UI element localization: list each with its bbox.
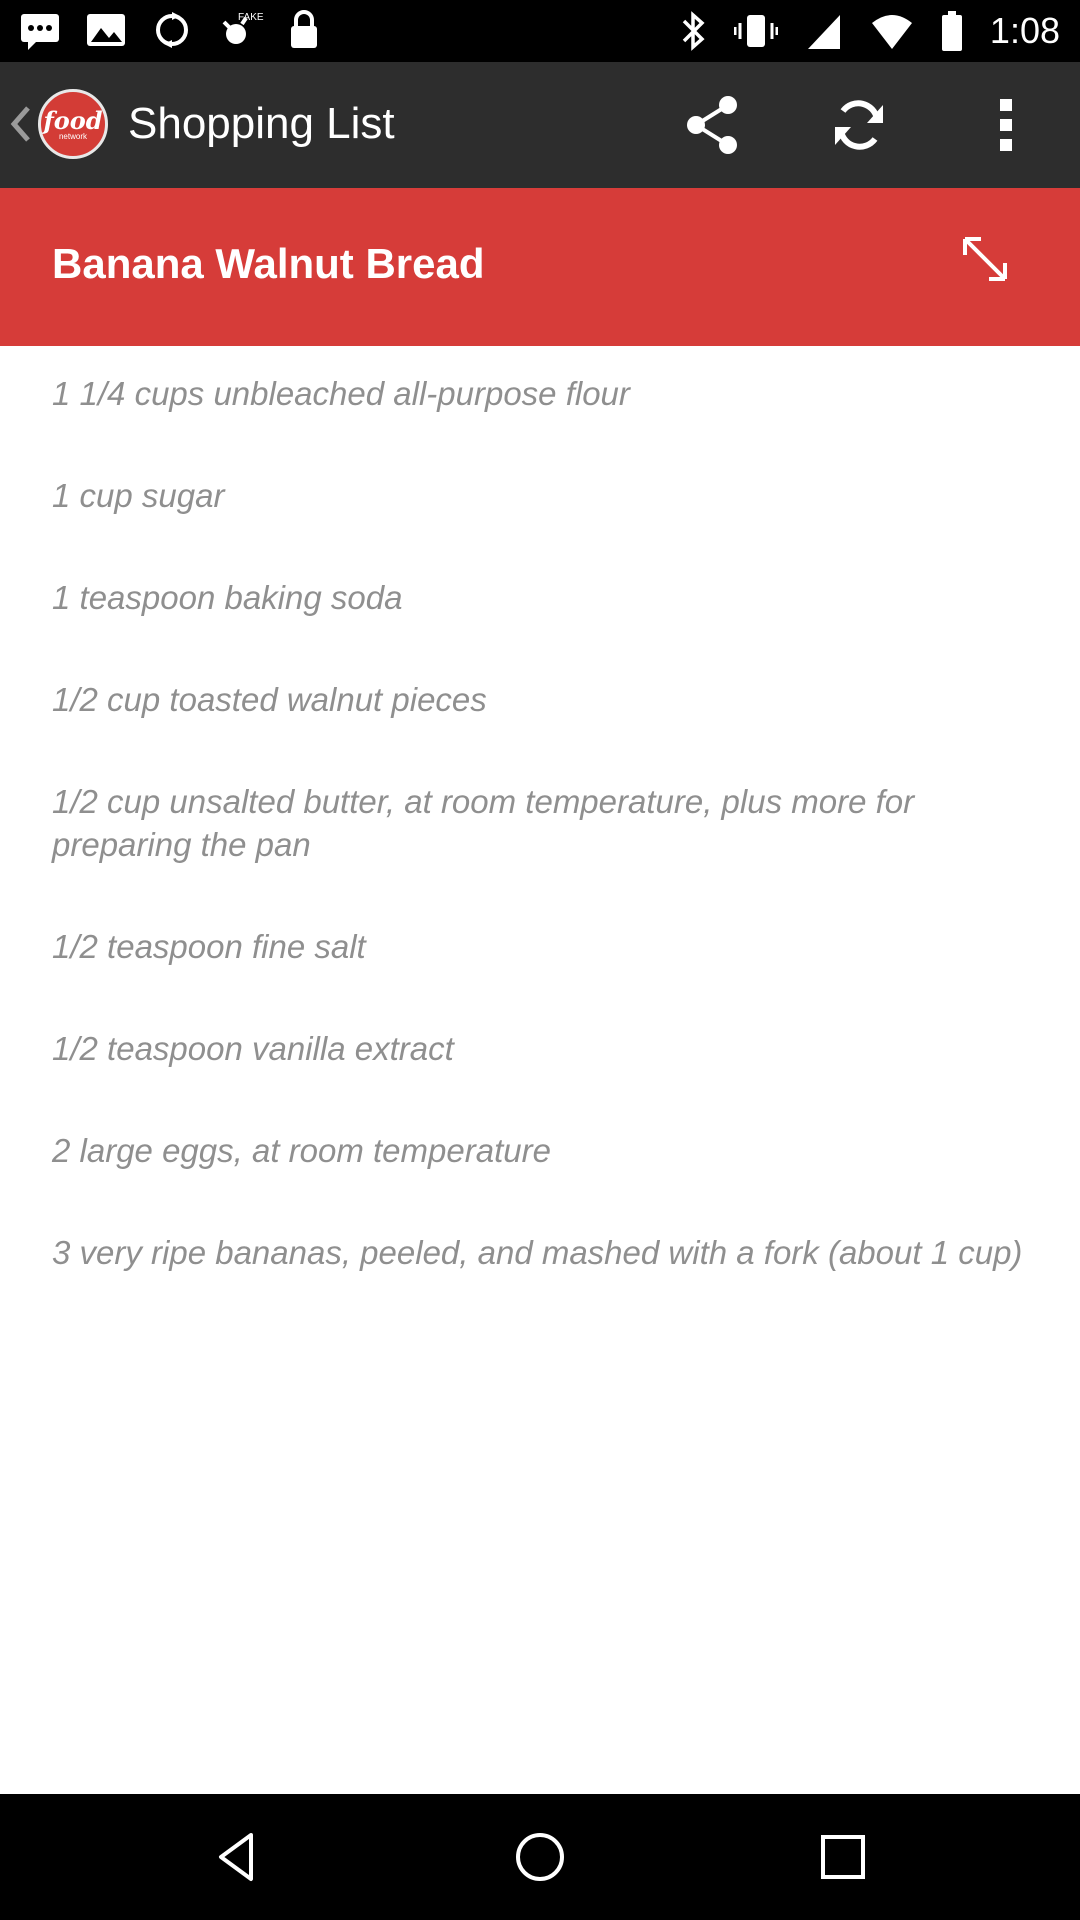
svg-text:FAKE: FAKE bbox=[238, 12, 264, 23]
sync-icon bbox=[150, 8, 194, 52]
recents-button[interactable] bbox=[808, 1822, 878, 1892]
fake-gps-icon: FAKE bbox=[216, 8, 264, 52]
signal-icon bbox=[804, 9, 844, 53]
app-logo[interactable]: food network bbox=[38, 89, 108, 159]
home-icon bbox=[516, 1833, 564, 1881]
status-right-icons: 1:08 bbox=[678, 0, 1060, 62]
share-button[interactable] bbox=[677, 90, 747, 160]
expand-icon bbox=[963, 237, 1007, 281]
overflow-menu-button[interactable] bbox=[971, 90, 1041, 160]
navigation-bar bbox=[0, 1794, 1080, 1920]
ingredient-item[interactable]: 2 large eggs, at room temperature bbox=[52, 1129, 1032, 1172]
status-bar: FAKE 1:08 bbox=[0, 0, 1080, 62]
recents-icon bbox=[821, 1835, 865, 1879]
logo-text: food bbox=[43, 105, 103, 135]
overflow-menu-icon bbox=[1000, 99, 1012, 151]
share-icon bbox=[687, 96, 737, 154]
screen: FAKE 1:08 food network Shopping List Ban… bbox=[0, 0, 1080, 1920]
back-icon bbox=[219, 1833, 253, 1881]
ingredient-item[interactable]: 1 teaspoon baking soda bbox=[52, 576, 1032, 619]
back-button[interactable] bbox=[202, 1822, 272, 1892]
refresh-button[interactable] bbox=[824, 90, 894, 160]
bluetooth-icon bbox=[678, 9, 708, 53]
ingredient-item[interactable]: 1/2 teaspoon vanilla extract bbox=[52, 1027, 1032, 1070]
ingredient-item[interactable]: 3 very ripe bananas, peeled, and mashed … bbox=[52, 1231, 1032, 1274]
recipe-title: Banana Walnut Bread bbox=[52, 240, 485, 287]
refresh-icon bbox=[835, 100, 883, 150]
vibrate-icon bbox=[733, 9, 778, 53]
expand-button[interactable] bbox=[950, 224, 1020, 294]
home-button[interactable] bbox=[505, 1822, 575, 1892]
message-icon bbox=[18, 8, 62, 52]
ingredient-item[interactable]: 1/2 cup unsalted butter, at room tempera… bbox=[52, 780, 1032, 866]
photo-icon bbox=[84, 8, 128, 52]
logo-subtext: network bbox=[58, 131, 87, 141]
battery-icon bbox=[940, 9, 964, 53]
ingredient-item[interactable]: 1/2 cup toasted walnut pieces bbox=[52, 678, 1032, 721]
up-chevron-icon[interactable] bbox=[6, 102, 34, 151]
wifi-icon bbox=[870, 9, 914, 53]
lock-icon bbox=[286, 8, 322, 52]
status-left-icons: FAKE bbox=[18, 8, 322, 52]
ingredient-item[interactable]: 1/2 teaspoon fine salt bbox=[52, 925, 1032, 968]
page-title: Shopping List bbox=[128, 99, 395, 148]
status-time: 1:08 bbox=[989, 10, 1060, 51]
ingredient-item[interactable]: 1 1/4 cups unbleached all-purpose flour bbox=[52, 372, 1032, 415]
ingredient-item[interactable]: 1 cup sugar bbox=[52, 474, 1032, 517]
recipe-header: Banana Walnut Bread bbox=[0, 188, 1080, 346]
ingredient-list: 1 1/4 cups unbleached all-purpose flour … bbox=[52, 372, 1032, 1333]
action-bar: food network Shopping List bbox=[0, 62, 1080, 188]
